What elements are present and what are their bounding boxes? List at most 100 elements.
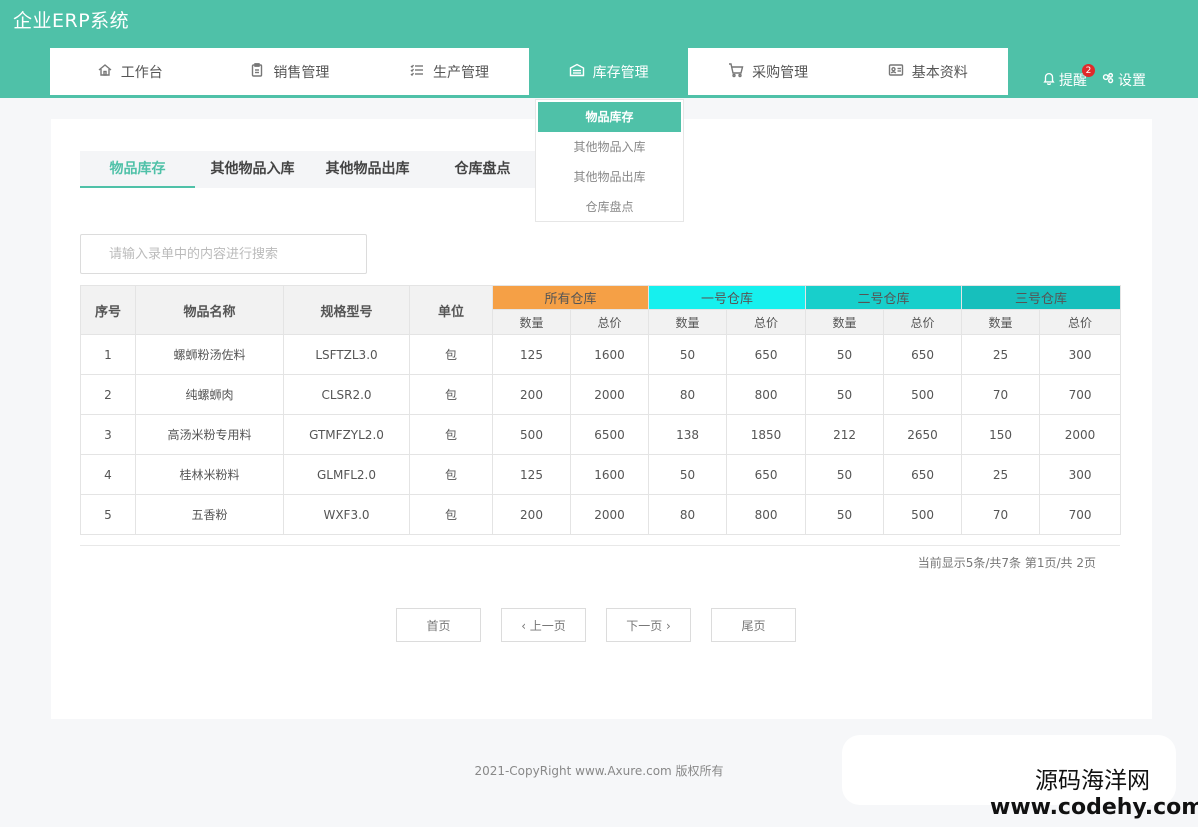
table-cell: 50 xyxy=(648,334,728,375)
nav-item-inventory[interactable]: 库存管理 xyxy=(528,48,689,95)
table-cell: 650 xyxy=(883,334,963,375)
col-header-unit: 单位 xyxy=(409,285,493,335)
last-page-button[interactable]: 尾页 xyxy=(711,608,796,642)
header-actions: 提醒 2 设置 xyxy=(1042,64,1146,90)
table-cell: 700 xyxy=(1039,374,1122,415)
table-row[interactable]: 1 螺蛳粉汤佐料 LSFTZL3.0 包 125 1600 50 650 50 650 25 300 xyxy=(80,334,1122,375)
nav-item-purchase[interactable]: 采购管理 xyxy=(688,48,848,95)
nav-item-workbench[interactable]: 工作台 xyxy=(50,48,210,95)
table-cell: 1600 xyxy=(569,334,650,375)
prev-page-button[interactable]: ‹ 上一页 xyxy=(501,608,586,642)
table-cell: 25 xyxy=(961,454,1041,495)
table-cell: 五香粉 xyxy=(135,494,284,535)
table-cell: 70 xyxy=(961,374,1041,415)
table-cell: 212 xyxy=(805,414,885,455)
table-cell: 1850 xyxy=(726,414,807,455)
table-cell: 500 xyxy=(492,414,571,455)
remind-button[interactable]: 提醒 2 xyxy=(1042,64,1095,90)
search-input[interactable] xyxy=(80,234,367,274)
table-cell: 螺蛳粉汤佐料 xyxy=(135,334,284,375)
table-cell: 200 xyxy=(492,374,571,415)
settings-button[interactable]: 设置 xyxy=(1101,70,1146,90)
table-cell: LSFTZL3.0 xyxy=(283,334,410,375)
dropdown-item-stocktaking[interactable]: 仓库盘点 xyxy=(538,192,681,222)
nav-label: 库存管理 xyxy=(592,64,649,81)
col-header-total-price: 总价 xyxy=(726,309,807,335)
table-row[interactable]: 2 纯螺蛳肉 CLSR2.0 包 200 2000 80 800 50 500 70 700 xyxy=(80,374,1122,415)
dropdown-item-other-outbound[interactable]: 其他物品出库 xyxy=(538,162,681,192)
table-cell: 138 xyxy=(648,414,728,455)
table-row[interactable]: 3 高汤米粉专用料 GTMFZYL2.0 包 500 6500 138 1850 212 2650… xyxy=(80,414,1122,455)
tab-stocktaking[interactable]: 仓库盘点 xyxy=(425,151,540,188)
tab-other-inbound[interactable]: 其他物品入库 xyxy=(195,151,310,188)
table-cell: 桂林米粉料 xyxy=(135,454,284,495)
tab-item-stock[interactable]: 物品库存 xyxy=(80,151,195,188)
home-icon xyxy=(97,62,113,82)
watermark-line-1: 源码海洋网 xyxy=(1035,768,1150,794)
table-cell: 50 xyxy=(805,454,885,495)
table-cell: CLSR2.0 xyxy=(283,374,410,415)
table-cell: 25 xyxy=(961,334,1041,375)
warehouse-icon xyxy=(569,62,585,82)
table-cell: 2000 xyxy=(569,374,650,415)
table-cell: WXF3.0 xyxy=(283,494,410,535)
nav-item-sales[interactable]: 销售管理 xyxy=(210,48,370,95)
table-cell: 500 xyxy=(883,374,963,415)
nav-item-production[interactable]: 生产管理 xyxy=(369,48,529,95)
gear-icon xyxy=(1101,71,1115,89)
table-cell: 包 xyxy=(409,374,493,415)
table-cell: 包 xyxy=(409,334,493,375)
table-cell: 50 xyxy=(805,334,885,375)
next-page-button[interactable]: 下一页 › xyxy=(606,608,691,642)
col-header-spec: 规格型号 xyxy=(283,285,410,335)
col-header-quantity: 数量 xyxy=(648,309,728,335)
top-header: 企业ERP系统 工作台 销售管理 生产管理 库存管理 采购管理 基本资料 提醒 … xyxy=(0,0,1198,98)
dropdown-item-item-stock[interactable]: 物品库存 xyxy=(538,102,681,132)
table-cell: 6500 xyxy=(569,414,650,455)
dropdown-item-other-inbound[interactable]: 其他物品入库 xyxy=(538,132,681,162)
table-cell: 650 xyxy=(726,454,807,495)
table-cell: 50 xyxy=(805,374,885,415)
table-cell: 3 xyxy=(80,414,136,455)
inventory-table: 序号 物品名称 规格型号 单位 所有仓库 一号仓库 二号仓库 三号仓库 数量 总… xyxy=(80,285,1122,535)
table-cell: 1 xyxy=(80,334,136,375)
pagination: 首页 ‹ 上一页 下一页 › 尾页 xyxy=(396,608,796,642)
nav-label: 基本资料 xyxy=(911,64,968,81)
table-divider xyxy=(80,545,1120,546)
col-header-warehouse-3: 三号仓库 xyxy=(961,285,1122,310)
nav-item-basic-data[interactable]: 基本资料 xyxy=(848,48,1008,95)
table-cell: 300 xyxy=(1039,334,1122,375)
col-header-total-price: 总价 xyxy=(1039,309,1122,335)
table-cell: 125 xyxy=(492,454,571,495)
table-cell: 4 xyxy=(80,454,136,495)
col-header-quantity: 数量 xyxy=(961,309,1041,335)
table-cell: 125 xyxy=(492,334,571,375)
table-cell: 50 xyxy=(648,454,728,495)
col-header-all-warehouses: 所有仓库 xyxy=(491,285,650,310)
app-title: 企业ERP系统 xyxy=(13,10,130,32)
col-header-index: 序号 xyxy=(80,285,136,335)
page-info: 当前显示5条/共7条 第1页/共 2页 xyxy=(917,556,1096,570)
table-cell: 80 xyxy=(648,494,728,535)
table-cell: GTMFZYL2.0 xyxy=(283,414,410,455)
table-cell: 500 xyxy=(883,494,963,535)
table-row[interactable]: 5 五香粉 WXF3.0 包 200 2000 80 800 50 500 70 700 xyxy=(80,494,1122,535)
list-icon xyxy=(409,62,425,82)
col-header-quantity: 数量 xyxy=(492,309,571,335)
table-cell: 2650 xyxy=(883,414,963,455)
table-cell: 650 xyxy=(883,454,963,495)
table-row[interactable]: 4 桂林米粉料 GLMFL2.0 包 125 1600 50 650 50 650 25 300 xyxy=(80,454,1122,495)
table-cell: 包 xyxy=(409,494,493,535)
table-cell: 800 xyxy=(726,374,807,415)
table-cell: 5 xyxy=(80,494,136,535)
first-page-button[interactable]: 首页 xyxy=(396,608,481,642)
table-cell: 2 xyxy=(80,374,136,415)
table-body: 1 螺蛳粉汤佐料 LSFTZL3.0 包 125 1600 50 650 50 650 25 300 2… xyxy=(80,334,1122,535)
main-nav: 工作台 销售管理 生产管理 库存管理 采购管理 基本资料 xyxy=(50,48,1008,95)
bell-icon xyxy=(1042,71,1056,89)
col-header-total-price: 总价 xyxy=(883,309,963,335)
table-cell: 70 xyxy=(961,494,1041,535)
cart-icon xyxy=(728,62,744,82)
table-cell: 300 xyxy=(1039,454,1122,495)
tab-other-outbound[interactable]: 其他物品出库 xyxy=(310,151,425,188)
